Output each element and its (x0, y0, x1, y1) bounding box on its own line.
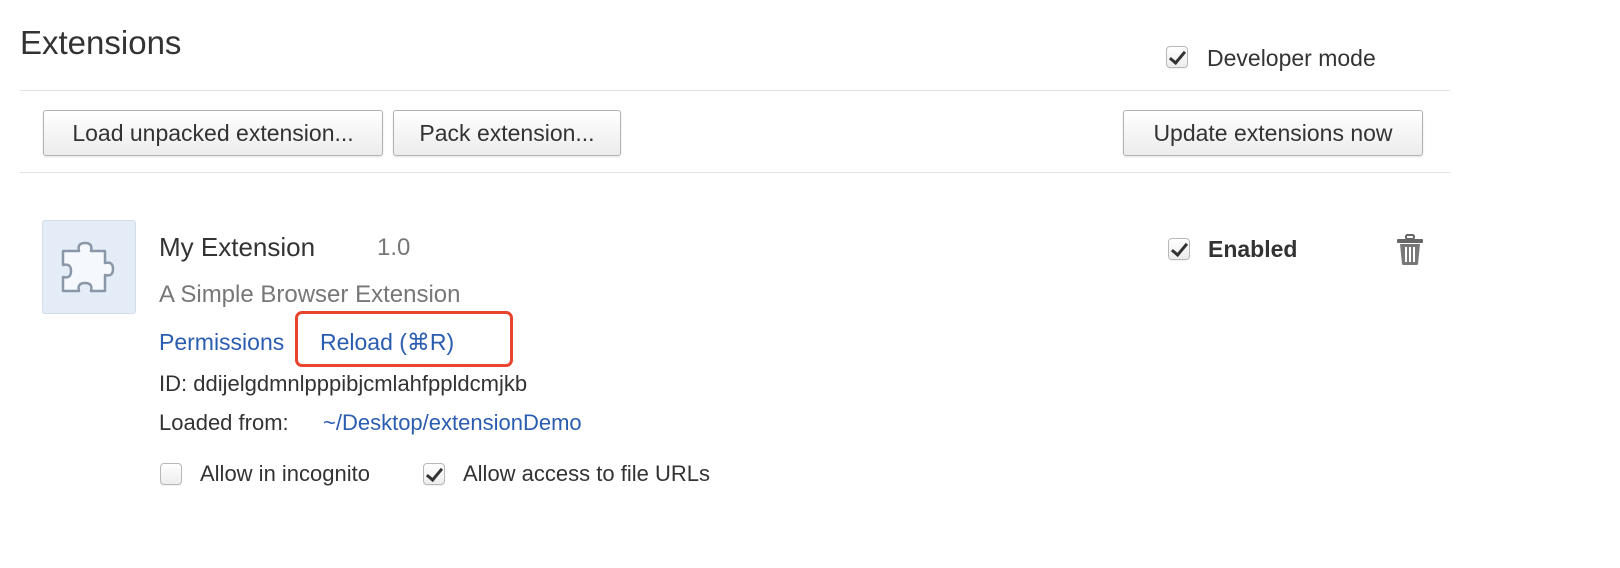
developer-mode-label: Developer mode (1207, 45, 1376, 71)
enabled-checkbox[interactable] (1168, 238, 1190, 260)
pack-extension-button[interactable]: Pack extension... (393, 110, 621, 156)
update-extensions-button[interactable]: Update extensions now (1123, 110, 1423, 156)
permissions-link[interactable]: Permissions (159, 329, 284, 356)
checkmark-icon (425, 463, 444, 483)
developer-mode-checkbox[interactable] (1166, 46, 1188, 68)
loaded-from-label: Loaded from: (159, 410, 289, 435)
allow-file-urls-label: Allow access to file URLs (463, 461, 710, 486)
page-title: Extensions (20, 24, 182, 61)
loaded-from-path-link[interactable]: ~/Desktop/extensionDemo (323, 410, 582, 436)
enabled-label: Enabled (1208, 236, 1298, 262)
puzzle-piece-icon (61, 241, 115, 293)
toolbar-divider (20, 172, 1450, 173)
trash-icon[interactable] (1396, 234, 1424, 271)
checkmark-icon (1168, 46, 1187, 66)
extensions-page: Extensions Developer mode Load unpacked … (0, 0, 1620, 568)
extension-icon (42, 220, 136, 314)
reload-highlight-box (295, 311, 513, 367)
allow-file-urls-checkbox[interactable] (423, 463, 445, 485)
extension-description: A Simple Browser Extension (159, 281, 461, 308)
allow-incognito-checkbox[interactable] (160, 463, 182, 485)
extension-id: ID: ddijelgdmnlpppibjcmlahfppldcmjkb (159, 371, 528, 396)
allow-incognito-label: Allow in incognito (200, 461, 370, 486)
extension-name: My Extension (159, 232, 316, 262)
checkmark-icon (1170, 238, 1189, 258)
extension-version: 1.0 (377, 234, 411, 261)
header-divider (20, 90, 1450, 91)
load-unpacked-button[interactable]: Load unpacked extension... (43, 110, 383, 156)
